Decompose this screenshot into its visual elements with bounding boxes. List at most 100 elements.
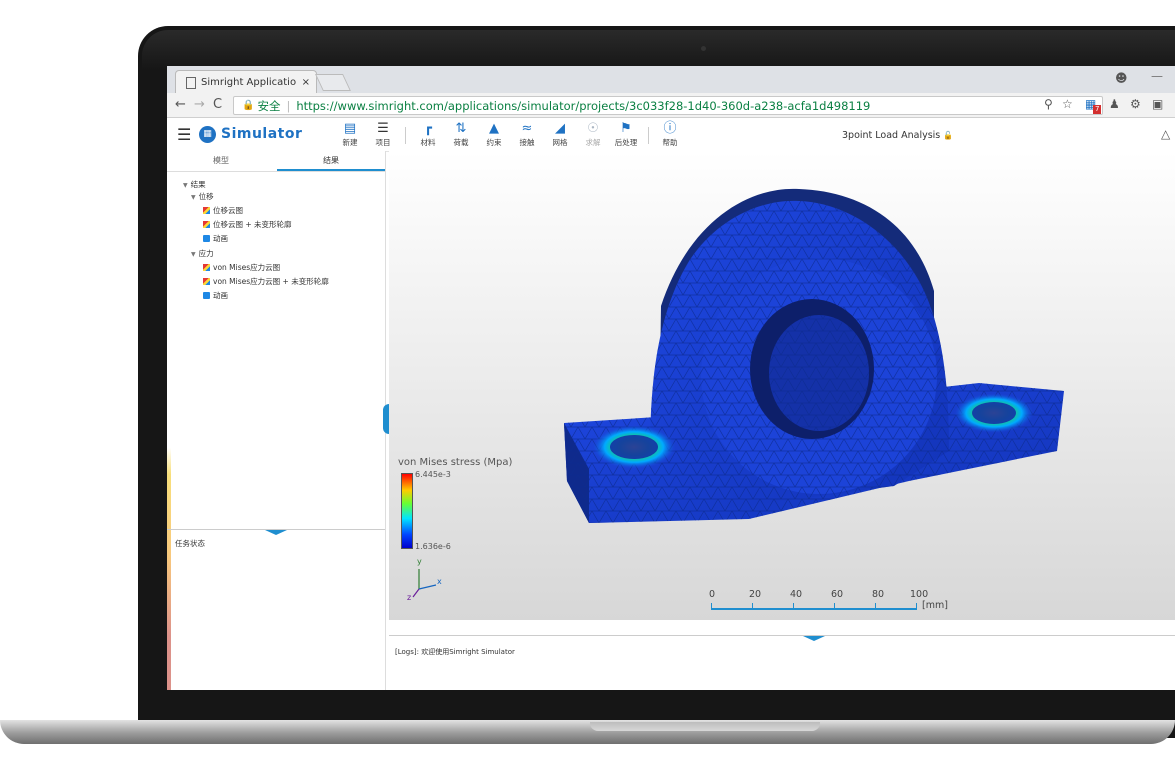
toolbar-new-button[interactable]: ▤ 新建 xyxy=(335,121,365,148)
browser-tab[interactable]: Simright Application | E × xyxy=(175,70,317,94)
close-tab-icon[interactable]: × xyxy=(302,77,310,88)
material-icon: ┏ xyxy=(424,121,432,136)
laptop-base-notch xyxy=(590,722,820,731)
contour-icon xyxy=(203,207,210,214)
scale-label: 20 xyxy=(749,589,762,600)
postprocess-icon: ⚑ xyxy=(620,121,632,136)
contact-icon: ≈ xyxy=(521,121,533,136)
tree-node-stress[interactable]: ▼ 应力 xyxy=(191,248,214,259)
scale-tick xyxy=(793,603,794,610)
tree-item-stress-contour-outline[interactable]: von Mises应力云图 + 未变形轮廓 xyxy=(203,276,329,287)
axis-x-line xyxy=(418,584,437,590)
tab-model[interactable]: 模型 xyxy=(167,155,275,166)
app-header: ☰ ▦ Simulator ▤ 新建 ☰ 项目 ┏ 材料 ⇅ 荷载 ▲ 约束 ≈… xyxy=(167,118,1175,152)
secure-label: 安全 xyxy=(257,98,281,113)
axis-z-line xyxy=(412,588,420,598)
tree-node-label: 应力 xyxy=(198,249,214,258)
tree-item-label: 位移云图 xyxy=(213,206,243,215)
constraint-icon: ▲ xyxy=(489,121,499,136)
tree-node-label: 结果 xyxy=(190,180,206,189)
help-icon: ⓘ xyxy=(663,121,677,136)
side-collapse-handle[interactable] xyxy=(383,404,389,434)
toolbar-mesh-button[interactable]: ◢ 网格 xyxy=(545,121,575,148)
project-title: 3point Load Analysis 🔓 xyxy=(842,130,953,141)
toolbar-load-button[interactable]: ⇅ 荷载 xyxy=(446,121,476,148)
fem-model-render xyxy=(412,188,1064,598)
tree-node-label: 位移 xyxy=(198,192,214,201)
new-tab-button[interactable] xyxy=(315,74,351,91)
scale-tick xyxy=(875,603,876,610)
zoom-icon[interactable]: ⚲ xyxy=(1044,97,1053,111)
browser-tab-strip: Simright Application | E × ☻ — xyxy=(167,66,1175,94)
load-icon: ⇅ xyxy=(455,121,467,136)
profile-extension-icon[interactable]: ♟ xyxy=(1109,97,1120,111)
tree-item-label: von Mises应力云图 xyxy=(213,263,281,272)
forward-button[interactable]: → xyxy=(194,97,205,112)
mesh-icon: ◢ xyxy=(555,121,565,136)
animation-icon xyxy=(203,235,210,242)
browser-toolbar: ← → C 🔒 安全 | https://www.simright.com/ap… xyxy=(167,93,1175,118)
tree-item-displacement-contour[interactable]: 位移云图 xyxy=(203,205,243,216)
toolbar-solve-button[interactable]: ☉ 求解 xyxy=(578,121,608,148)
puzzle-extension-icon[interactable]: ⚙ xyxy=(1130,97,1141,111)
scale-tick xyxy=(711,603,712,610)
address-bar[interactable]: 🔒 安全 | https://www.simright.com/applicat… xyxy=(233,96,1103,115)
extension-badge: 7 xyxy=(1093,105,1102,114)
page-icon xyxy=(186,76,196,89)
tree-item-label: 动画 xyxy=(213,234,228,243)
expand-arrow-icon[interactable]: ▼ xyxy=(183,182,188,189)
app-brand: Simulator xyxy=(221,126,303,142)
hamburger-menu-icon[interactable]: ☰ xyxy=(177,125,191,144)
color-bar xyxy=(401,473,413,549)
toolbar-label: 网格 xyxy=(552,138,568,147)
tree-item-displacement-contour-outline[interactable]: 位移云图 + 未变形轮廓 xyxy=(203,219,292,230)
legend-title: von Mises stress (Mpa) xyxy=(398,457,513,468)
tree-item-displacement-animation[interactable]: 动画 xyxy=(203,233,228,244)
tree-item-label: 位移云图 + 未变形轮廓 xyxy=(213,220,292,229)
animation-icon xyxy=(203,292,210,299)
tab-results[interactable]: 结果 xyxy=(277,155,385,171)
minimize-window-icon[interactable]: — xyxy=(1151,69,1163,83)
toolbar-project-button[interactable]: ☰ 项目 xyxy=(368,121,398,148)
scale-tick xyxy=(916,603,917,610)
contour-icon xyxy=(203,264,210,271)
project-title-text: 3point Load Analysis xyxy=(842,130,941,141)
toolbar-material-button[interactable]: ┏ 材料 xyxy=(413,121,443,148)
tree-node-results[interactable]: ▼ 结果 xyxy=(183,179,206,190)
3d-viewport[interactable]: von Mises stress (Mpa) 6.445e-3 1.636e-6… xyxy=(389,151,1175,620)
collapse-arrow-icon[interactable] xyxy=(803,636,825,641)
scale-tick xyxy=(834,603,835,610)
laptop-base xyxy=(0,720,1175,744)
tree-item-stress-contour[interactable]: von Mises应力云图 xyxy=(203,262,280,273)
toolbar-contact-button[interactable]: ≈ 接触 xyxy=(512,121,542,148)
laptop-camera xyxy=(701,46,706,51)
scale-label: 60 xyxy=(831,589,844,600)
expand-arrow-icon[interactable]: ▼ xyxy=(191,194,196,201)
toolbar-postprocess-button[interactable]: ⚑ 后处理 xyxy=(611,121,641,148)
toolbar-divider xyxy=(405,127,406,144)
toolbar-constraint-button[interactable]: ▲ 约束 xyxy=(479,121,509,148)
account-icon[interactable]: ☻ xyxy=(1115,71,1128,85)
toolbar-help-button[interactable]: ⓘ 帮助 xyxy=(655,121,685,148)
scale-label: 100 xyxy=(910,589,929,600)
collapse-arrow-icon[interactable] xyxy=(265,530,287,535)
toolbar-label: 约束 xyxy=(486,138,502,147)
bookmark-star-icon[interactable]: ☆ xyxy=(1062,97,1073,111)
log-splitter[interactable] xyxy=(389,635,1175,636)
share-icon[interactable]: △ xyxy=(1161,127,1170,141)
contour-icon xyxy=(203,278,210,285)
app-logo-icon: ▦ xyxy=(199,126,216,143)
new-file-icon: ▤ xyxy=(343,121,357,136)
unlock-icon[interactable]: 🔓 xyxy=(943,131,953,140)
axis-z-label: z xyxy=(407,593,412,602)
scale-bar xyxy=(711,608,917,610)
expand-arrow-icon[interactable]: ▼ xyxy=(191,251,196,258)
back-button[interactable]: ← xyxy=(175,97,186,112)
toolbar-divider xyxy=(648,127,649,144)
log-message: [Logs]: 欢迎使用Simright Simulator xyxy=(395,648,515,656)
tree-node-displacement[interactable]: ▼ 位移 xyxy=(191,191,214,202)
toolbar-label: 求解 xyxy=(585,138,601,147)
reload-button[interactable]: C xyxy=(213,97,222,112)
menu-extension-icon[interactable]: ▣ xyxy=(1152,97,1163,111)
tree-item-stress-animation[interactable]: 动画 xyxy=(203,290,228,301)
